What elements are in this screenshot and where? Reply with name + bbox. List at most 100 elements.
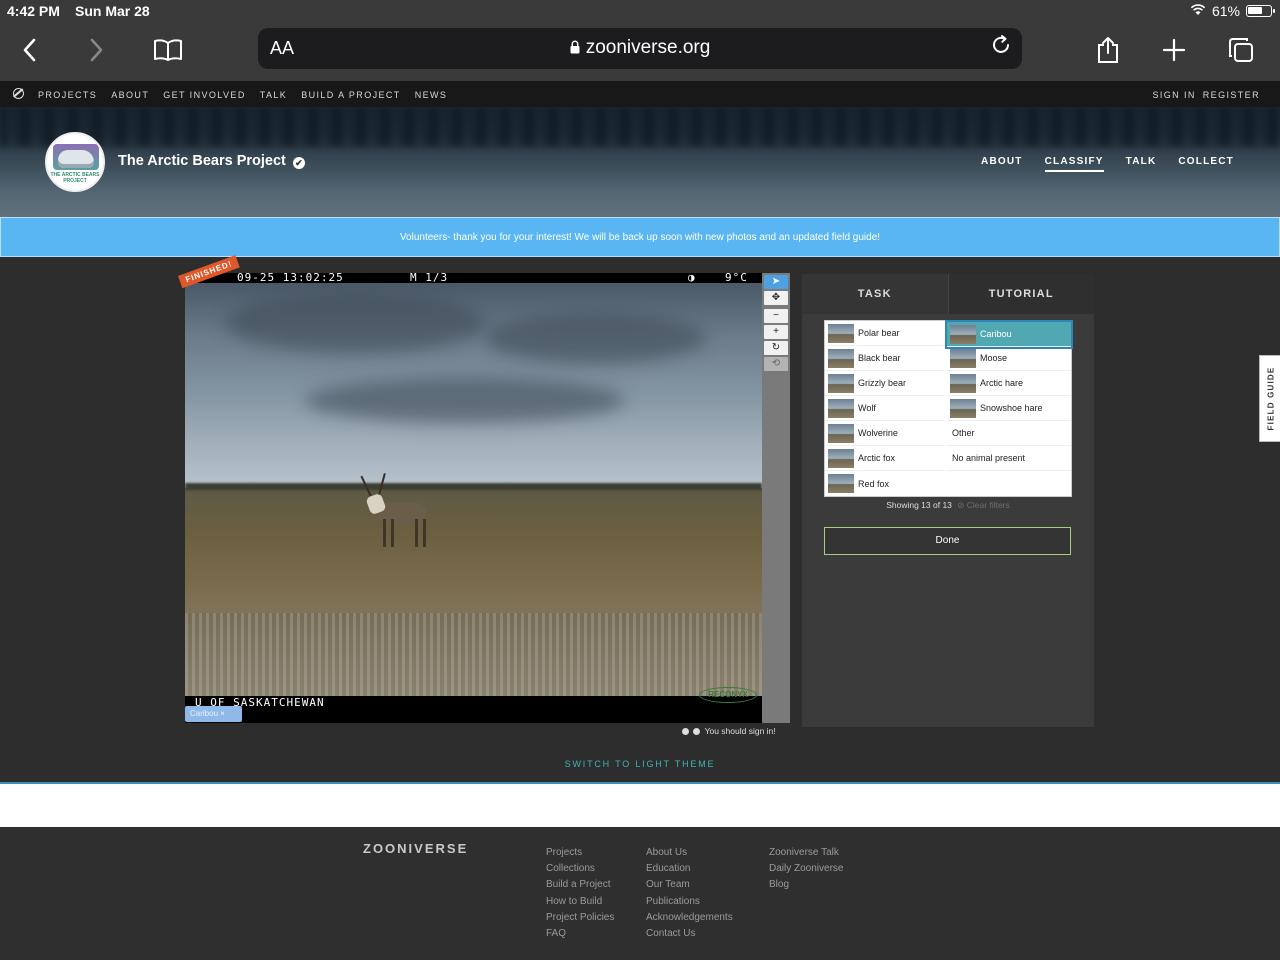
avatar-text: THE ARCTIC BEARS PROJECT (50, 172, 100, 184)
theme-contrast-icon (682, 728, 689, 735)
tab-task[interactable]: TASK (802, 274, 948, 314)
remove-tag-icon[interactable]: × (220, 709, 225, 718)
field-guide-tab[interactable]: FIELD GUIDE (1259, 355, 1280, 442)
hud-temperature: 9°C (725, 273, 748, 284)
choice-polar-bear[interactable]: Polar bear (825, 321, 945, 346)
footer-band (0, 784, 1280, 827)
subject-viewer[interactable]: 09-25 13:02:25 M 1/3 ◑ 9°C U OF SASKATCH… (185, 273, 762, 723)
choice-grizzly-bear[interactable]: Grizzly bear (825, 371, 945, 396)
footer-link[interactable]: Collections (546, 861, 614, 877)
browser-toolbar: AA zooniverse.org (0, 22, 1280, 81)
sign-in-notice: You should sign in! (682, 726, 776, 736)
footer-link[interactable]: Project Policies (546, 910, 614, 926)
rotate-icon[interactable]: ↻ (764, 341, 788, 355)
battery-icon (1246, 5, 1275, 17)
nav-news[interactable]: NEWS (415, 90, 448, 100)
project-nav-about[interactable]: ABOUT (981, 156, 1023, 172)
lock-icon (570, 38, 580, 54)
choice-black-bear[interactable]: Black bear (825, 346, 945, 371)
zooniverse-logo-icon[interactable] (13, 88, 24, 99)
annotation-tag[interactable]: Caribou × (185, 706, 242, 722)
auth-links: SIGN IN REGISTER (1152, 90, 1260, 100)
reset-icon[interactable]: ⟲ (764, 357, 788, 371)
arctic-hare-thumbnail (950, 373, 976, 393)
project-nav-talk[interactable]: TALK (1126, 156, 1157, 172)
url-text: zooniverse.org (258, 37, 1022, 59)
species-choices: Polar bear Black bear Grizzly bear Wolf … (824, 320, 1073, 497)
wifi-icon (1190, 3, 1206, 19)
footer-link[interactable]: Projects (546, 845, 614, 861)
tabs-overview-icon[interactable] (1223, 32, 1259, 68)
nav-talk[interactable]: TALK (260, 90, 287, 100)
choice-arctic-hare[interactable]: Arctic hare (947, 371, 1071, 396)
hud-frame: M 1/3 (410, 273, 449, 284)
nav-about[interactable]: ABOUT (111, 90, 149, 100)
wolverine-thumbnail (828, 423, 854, 443)
forward-icon[interactable] (78, 32, 114, 68)
share-icon[interactable] (1090, 32, 1126, 68)
address-bar[interactable]: AA zooniverse.org (258, 28, 1022, 69)
grizzly-bear-thumbnail (828, 373, 854, 393)
task-panel: TASK TUTORIAL Polar bear Black bear Griz… (802, 274, 1094, 727)
reload-icon[interactable] (990, 34, 1012, 62)
choice-caribou[interactable]: Caribou (945, 320, 1073, 349)
footer-link[interactable]: Acknowledgements (646, 910, 733, 926)
project-title[interactable]: The Arctic Bears Project ✔ (118, 153, 305, 169)
project-nav-collect[interactable]: COLLECT (1178, 156, 1234, 172)
choice-snowshoe-hare[interactable]: Snowshoe hare (947, 396, 1071, 421)
choice-arctic-fox[interactable]: Arctic fox (825, 446, 945, 471)
choice-other[interactable]: Other (947, 421, 1071, 446)
footer-link[interactable]: How to Build (546, 894, 614, 910)
footer-col-1: Projects Collections Build a Project How… (546, 845, 614, 942)
project-header: THE ARCTIC BEARS PROJECT The Arctic Bear… (0, 107, 1280, 217)
register-link[interactable]: REGISTER (1203, 90, 1260, 100)
footer-link[interactable]: Daily Zooniverse (769, 861, 843, 877)
arctic-fox-thumbnail (828, 448, 854, 468)
nav-projects[interactable]: PROJECTS (38, 90, 97, 100)
footer-link[interactable]: Our Team (646, 877, 733, 893)
header-background (0, 107, 1280, 147)
choice-moose[interactable]: Moose (947, 346, 1071, 371)
sign-in-link[interactable]: SIGN IN (1152, 90, 1195, 100)
moon-phase-icon: ◑ (688, 273, 696, 284)
zoom-out-icon[interactable]: − (764, 309, 788, 323)
status-bar: 4:42 PM Sun Mar 28 61% (0, 0, 1280, 22)
nav-build-a-project[interactable]: BUILD A PROJECT (301, 90, 401, 100)
red-fox-thumbnail (828, 474, 854, 493)
tab-tutorial[interactable]: TUTORIAL (947, 274, 1094, 314)
done-button[interactable]: Done (824, 527, 1071, 555)
footer-link[interactable]: FAQ (546, 926, 614, 942)
footer-link[interactable]: Build a Project (546, 877, 614, 893)
footer-link[interactable]: Contact Us (646, 926, 733, 942)
project-title-text: The Arctic Bears Project (118, 153, 286, 169)
site-nav: PROJECTS ABOUT GET INVOLVED TALK BUILD A… (0, 81, 1280, 107)
choice-red-fox[interactable]: Red fox (825, 471, 945, 496)
choice-wolf[interactable]: Wolf (825, 396, 945, 421)
nav-get-involved[interactable]: GET INVOLVED (163, 90, 246, 100)
caribou-thumbnail (950, 324, 976, 344)
pointer-tool-icon[interactable]: ➤ (764, 275, 788, 289)
footer-link[interactable]: About Us (646, 845, 733, 861)
back-icon[interactable] (12, 32, 48, 68)
site-footer: ZOONIVERSE Projects Collections Build a … (0, 827, 1280, 960)
zoom-in-icon[interactable]: + (764, 325, 788, 339)
project-nav-classify[interactable]: CLASSIFY (1044, 156, 1104, 172)
footer-col-2: About Us Education Our Team Publications… (646, 845, 733, 942)
footer-link[interactable]: Zooniverse Talk (769, 845, 843, 861)
move-tool-icon[interactable]: ✥ (764, 291, 788, 305)
switch-theme-link[interactable]: SWITCH TO LIGHT THEME (0, 759, 1280, 769)
battery-percent: 61% (1211, 3, 1240, 19)
wolf-thumbnail (828, 398, 854, 418)
footer-link[interactable]: Education (646, 861, 733, 877)
footer-link[interactable]: Blog (769, 877, 843, 893)
footer-link[interactable]: Publications (646, 894, 733, 910)
footer-brand[interactable]: ZOONIVERSE (363, 841, 468, 856)
project-avatar[interactable]: THE ARCTIC BEARS PROJECT (45, 132, 105, 192)
verified-check-icon: ✔ (292, 157, 305, 169)
camera-brand-logo: RECONYX (699, 687, 757, 703)
new-tab-icon[interactable] (1156, 32, 1192, 68)
bookmarks-icon[interactable] (150, 32, 186, 68)
choice-no-animal[interactable]: No animal present (947, 446, 1071, 471)
choice-wolverine[interactable]: Wolverine (825, 421, 945, 446)
clear-filters-link[interactable]: ⊘ Clear filters (957, 500, 1009, 510)
